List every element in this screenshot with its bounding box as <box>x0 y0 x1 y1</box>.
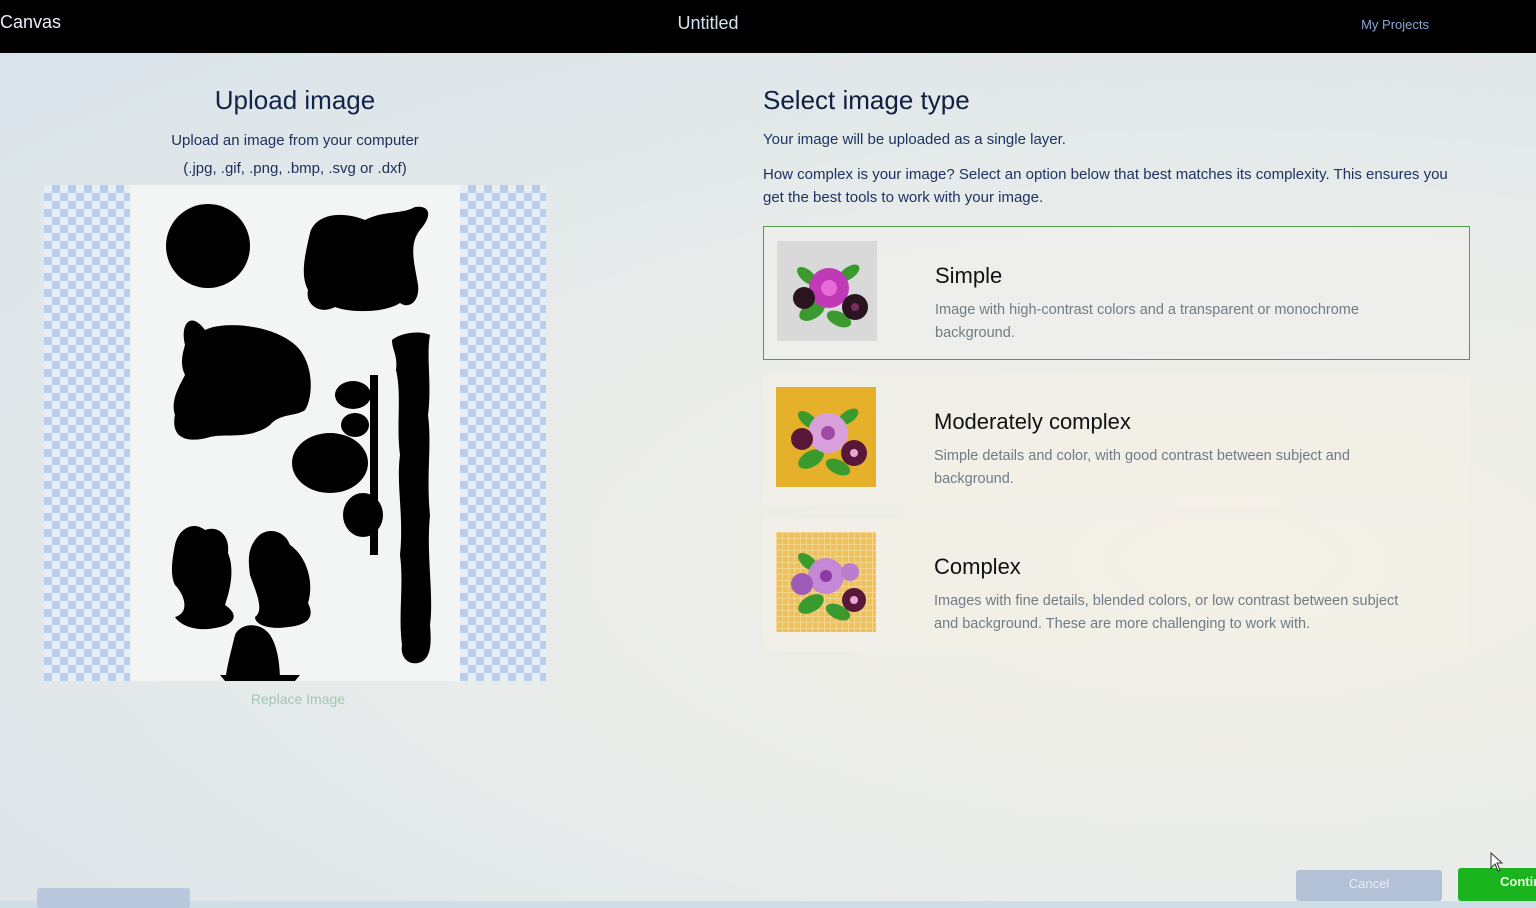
replace-image-link[interactable]: Replace Image <box>40 691 556 707</box>
upload-heading: Upload image <box>214 85 376 115</box>
cancel-button[interactable]: Cancel <box>1296 870 1442 901</box>
my-projects-link[interactable]: My Projects <box>1361 17 1429 32</box>
option-moderately-complex[interactable]: Moderately complex Simple details and co… <box>763 373 1470 507</box>
transparency-checkerboard-left <box>44 185 130 681</box>
option-simple-title: Simple <box>935 263 1003 288</box>
back-button[interactable] <box>37 888 190 908</box>
option-complex[interactable]: Complex Images with fine details, blende… <box>763 518 1470 652</box>
moderate-flower-thumbnail <box>776 387 876 487</box>
option-moderately-complex-description: Simple details and color, with good cont… <box>934 448 1350 487</box>
image-type-heading: Select image type <box>763 85 970 115</box>
complexity-instructions: How complex is your image? Select an opt… <box>763 166 1448 206</box>
main-panel: Upload image Upload an image from your c… <box>0 53 1536 901</box>
option-complex-title: Complex <box>934 554 1021 579</box>
complex-flower-thumbnail <box>776 532 876 632</box>
mouse-cursor-icon <box>1490 852 1504 872</box>
option-simple-description: Image with high-contrast colors and a tr… <box>935 302 1359 341</box>
option-complex-description: Images with fine details, blended colors… <box>934 593 1399 632</box>
document-title[interactable]: Untitled <box>0 13 1416 34</box>
upload-subtitle: Upload an image from your computer <box>171 132 419 149</box>
continue-button[interactable]: Continue <box>1458 868 1536 901</box>
flower-bouquet-icon <box>776 532 876 632</box>
upload-formats: (.jpg, .gif, .png, .bmp, .svg or .dxf) <box>183 160 407 177</box>
uploaded-image-preview <box>130 185 460 681</box>
option-moderately-complex-title: Moderately complex <box>934 409 1131 434</box>
top-bar: Canvas Untitled My Projects <box>0 0 1536 53</box>
transparency-checkerboard-right <box>460 185 546 681</box>
silhouette-image <box>166 204 432 681</box>
flower-bouquet-icon <box>777 241 877 341</box>
flower-bouquet-icon <box>776 387 876 487</box>
single-layer-note: Your image will be uploaded as a single … <box>763 131 1066 148</box>
option-simple[interactable]: Simple Image with high-contrast colors a… <box>763 226 1470 360</box>
simple-flower-thumbnail <box>777 241 877 341</box>
